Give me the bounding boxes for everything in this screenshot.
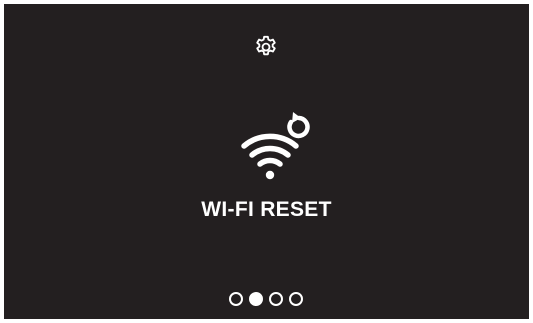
- page-title: WI-FI RESET: [201, 198, 332, 221]
- wifi-reset-icon: [241, 112, 310, 180]
- page-dot-1[interactable]: [229, 292, 243, 306]
- pagination-dots: [229, 292, 303, 306]
- page-dot-2-active[interactable]: [249, 292, 263, 306]
- page-dot-4[interactable]: [289, 292, 303, 306]
- page-dot-3[interactable]: [269, 292, 283, 306]
- gear-icon[interactable]: [253, 33, 279, 59]
